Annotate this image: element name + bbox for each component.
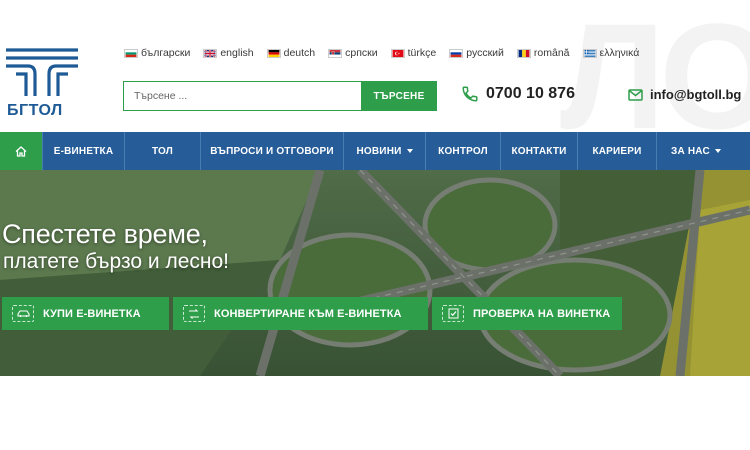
logo-text: БГТОЛ bbox=[7, 102, 63, 119]
nav-label: КАРИЕРИ bbox=[592, 145, 642, 157]
convert-to-evignette-button[interactable]: КОНВЕРТИРАНЕ КЪМ Е-ВИНЕТКА bbox=[173, 297, 428, 330]
lang-label: deutch bbox=[283, 47, 316, 59]
nav-evignette[interactable]: Е-ВИНЕТКА bbox=[42, 132, 124, 170]
uk-flag-icon bbox=[203, 48, 218, 58]
cta-label: ПРОВЕРКА НА ВИНЕТКА bbox=[473, 307, 611, 320]
lang-bulgarian[interactable]: български bbox=[124, 47, 190, 59]
phone-number: 0700 10 876 bbox=[486, 85, 575, 102]
nav-label: НОВИНИ bbox=[356, 145, 402, 157]
nav-contacts[interactable]: КОНТАКТИ bbox=[500, 132, 577, 170]
search-form: ТЪРСЕНЕ bbox=[123, 81, 437, 111]
nav-news[interactable]: НОВИНИ bbox=[343, 132, 425, 170]
phone-icon bbox=[462, 86, 478, 102]
nav-faq[interactable]: ВЪПРОСИ И ОТГОВОРИ bbox=[200, 132, 343, 170]
nav-label: ЗА НАС bbox=[671, 145, 710, 157]
hero-subtitle: платете бързо и лесно! bbox=[3, 250, 230, 273]
search-input[interactable] bbox=[123, 81, 361, 111]
lang-serbian[interactable]: српски bbox=[328, 47, 378, 59]
checkmark-icon bbox=[442, 305, 464, 322]
dropdown-caret-icon bbox=[714, 149, 721, 153]
cta-label: КУПИ Е-ВИНЕТКА bbox=[43, 307, 141, 320]
lang-turkish[interactable]: türkçe bbox=[390, 47, 437, 59]
main-navigation: Е-ВИНЕТКА ТОЛ ВЪПРОСИ И ОТГОВОРИ НОВИНИ … bbox=[0, 132, 750, 170]
search-button[interactable]: ТЪРСЕНЕ bbox=[361, 81, 437, 111]
lang-romanian[interactable]: română bbox=[516, 47, 570, 59]
serbia-flag-icon bbox=[328, 48, 343, 58]
hero-title: Спестете време, bbox=[2, 219, 208, 249]
lang-label: русский bbox=[466, 47, 504, 59]
bulgaria-flag-icon bbox=[124, 48, 138, 58]
hero-banner: Спестете време, платете бързо и лесно! К… bbox=[0, 170, 750, 376]
convert-icon bbox=[183, 305, 205, 322]
lang-label: български bbox=[141, 47, 191, 59]
language-switcher: български english deutch српски türkçe р… bbox=[124, 47, 639, 59]
nav-careers[interactable]: КАРИЕРИ bbox=[577, 132, 656, 170]
lang-english[interactable]: english bbox=[203, 47, 254, 59]
germany-flag-icon bbox=[266, 48, 281, 58]
email-contact[interactable]: info@bgtoll.bg bbox=[628, 87, 741, 102]
dropdown-caret-icon bbox=[406, 149, 413, 153]
nav-about[interactable]: ЗА НАС bbox=[656, 132, 750, 170]
nav-label: ВЪПРОСИ И ОТГОВОРИ bbox=[210, 145, 334, 157]
header-watermark: ЛО bbox=[560, 0, 750, 132]
lang-label: türkçe bbox=[407, 47, 437, 59]
nav-label: ТОЛ bbox=[151, 145, 173, 157]
nav-toll[interactable]: ТОЛ bbox=[124, 132, 200, 170]
lang-greek[interactable]: ελληνικά bbox=[582, 47, 640, 59]
nav-home[interactable] bbox=[0, 132, 42, 170]
site-header: ЛО БГТОЛ български english deutch српски bbox=[0, 0, 750, 132]
home-icon bbox=[15, 145, 27, 157]
email-address: info@bgtoll.bg bbox=[650, 87, 742, 102]
lang-label: english bbox=[220, 47, 254, 59]
nav-control[interactable]: КОНТРОЛ bbox=[425, 132, 500, 170]
lang-german[interactable]: deutch bbox=[266, 47, 316, 59]
buy-evignette-button[interactable]: КУПИ Е-ВИНЕТКА bbox=[2, 297, 169, 330]
check-vignette-button[interactable]: ПРОВЕРКА НА ВИНЕТКА bbox=[432, 297, 622, 330]
nav-label: КОНТРОЛ bbox=[438, 145, 488, 157]
car-icon bbox=[12, 305, 34, 322]
lang-label: română bbox=[533, 47, 570, 59]
lang-russian[interactable]: русский bbox=[449, 47, 504, 59]
nav-label: Е-ВИНЕТКА bbox=[53, 145, 114, 157]
envelope-icon bbox=[628, 88, 643, 101]
cta-label: КОНВЕРТИРАНЕ КЪМ Е-ВИНЕТКА bbox=[214, 307, 402, 320]
romania-flag-icon bbox=[516, 48, 531, 58]
nav-label: КОНТАКТИ bbox=[511, 145, 567, 157]
greece-flag-icon bbox=[582, 48, 597, 58]
russia-flag-icon bbox=[449, 48, 464, 58]
turkey-flag-icon bbox=[390, 48, 405, 58]
phone-contact[interactable]: 0700 10 876 bbox=[461, 85, 575, 103]
lang-label: српски bbox=[345, 47, 378, 59]
lang-label: ελληνικά bbox=[599, 47, 640, 59]
